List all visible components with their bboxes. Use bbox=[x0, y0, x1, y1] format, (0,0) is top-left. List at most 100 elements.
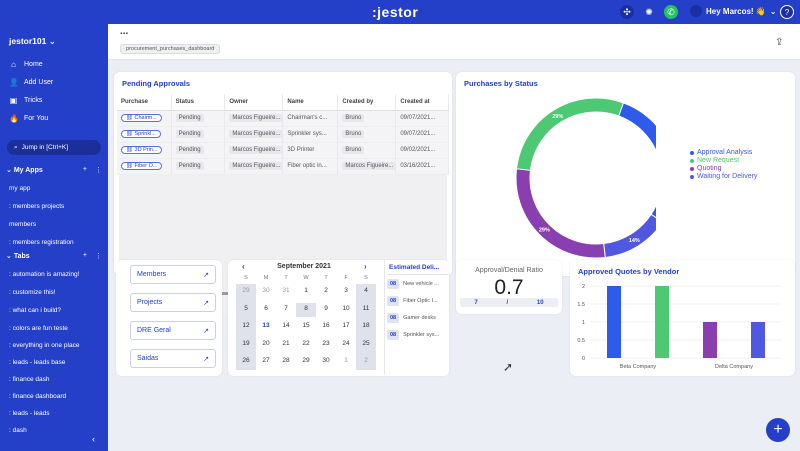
calendar-day[interactable]: 3 bbox=[336, 284, 356, 298]
calendar-day[interactable]: 4 bbox=[356, 284, 376, 298]
share-icon[interactable]: ⇪ bbox=[775, 37, 783, 48]
column-header[interactable]: Purchase bbox=[117, 94, 172, 111]
calendar-day[interactable]: 10 bbox=[336, 302, 356, 316]
sidebar-tab-item[interactable]: : automation is amazing! bbox=[9, 271, 79, 278]
bar[interactable] bbox=[751, 322, 765, 358]
calendar-day[interactable]: 20 bbox=[256, 337, 276, 351]
sidebar-tab-item[interactable]: : leads - leads base bbox=[9, 359, 65, 366]
collapse-sidebar-icon[interactable]: ‹ bbox=[92, 434, 95, 444]
dashboard-menu-button[interactable]: ... bbox=[120, 26, 128, 37]
sidebar-app-item[interactable]: : members projects bbox=[9, 203, 64, 210]
table-row[interactable]: ⛓ Chairm... Pending Marcos Figueire... C… bbox=[117, 110, 449, 127]
calendar-day[interactable]: 8 bbox=[296, 302, 316, 316]
calendar-day[interactable]: 14 bbox=[276, 319, 296, 333]
sidebar-app-item[interactable]: my app bbox=[9, 185, 30, 192]
help-button[interactable]: ? bbox=[780, 5, 794, 19]
calendar-day[interactable]: 21 bbox=[276, 337, 296, 351]
link-projects[interactable]: Projects ↗ bbox=[130, 293, 216, 312]
legend-item[interactable]: Approval Analysis bbox=[690, 149, 757, 156]
list-item[interactable]: 08 Fiber Optic I... bbox=[387, 294, 447, 307]
link-members[interactable]: Members ↗ bbox=[130, 265, 216, 284]
calendar-day[interactable]: 1 bbox=[296, 284, 316, 298]
purchase-chip[interactable]: ⛓ 3D Prin... bbox=[121, 146, 163, 154]
table-row[interactable]: ⛓ Sprinkl... Pending Marcos Figueire... … bbox=[117, 126, 449, 143]
add-button[interactable]: + bbox=[766, 418, 790, 442]
calendar-day[interactable]: 29 bbox=[296, 354, 316, 368]
list-item[interactable]: 08 Sprinkler sys... bbox=[387, 328, 447, 341]
user-menu[interactable]: Hey Marcos! 👋 ⌄ bbox=[690, 5, 776, 17]
sidebar-tab-item[interactable]: : dash bbox=[9, 427, 27, 434]
more-options-icon[interactable]: ⋮ bbox=[95, 166, 102, 174]
next-month-button[interactable]: › bbox=[364, 262, 367, 271]
column-header[interactable]: Created at bbox=[395, 94, 449, 111]
legend-item[interactable]: New Request bbox=[690, 157, 757, 164]
purchase-chip[interactable]: ⛓ Fiber O... bbox=[121, 162, 163, 170]
calendar-day[interactable]: 24 bbox=[336, 337, 356, 351]
add-app-button[interactable]: + bbox=[83, 166, 87, 174]
donut-slice-quoting[interactable] bbox=[515, 168, 606, 259]
bar[interactable] bbox=[703, 322, 717, 358]
calendar-day[interactable]: 7 bbox=[276, 302, 296, 316]
purchase-chip[interactable]: ⛓ Sprinkl... bbox=[121, 130, 161, 138]
sidebar-item-for-you[interactable]: 🔥 For You bbox=[9, 114, 48, 123]
calendar-day[interactable]: 28 bbox=[276, 354, 296, 368]
bar[interactable] bbox=[655, 286, 669, 358]
sidebar-tab-item[interactable]: : everything in one place bbox=[9, 342, 79, 349]
calendar-day[interactable]: 2 bbox=[316, 284, 336, 298]
calendar-day[interactable]: 30 bbox=[256, 284, 276, 298]
settings-gear-icon[interactable]: ✺ bbox=[642, 5, 656, 19]
bar[interactable] bbox=[607, 286, 621, 358]
calendar-day[interactable]: 27 bbox=[256, 354, 276, 368]
calendar-day[interactable]: 15 bbox=[296, 319, 316, 333]
more-options-icon[interactable]: ⋮ bbox=[95, 252, 102, 260]
link-saidas[interactable]: Saidas ↗ bbox=[130, 349, 216, 368]
jump-in-search[interactable]: ⌕ Jump in [Ctrl+K] bbox=[7, 140, 101, 155]
donut-slice-waiting-for-delivery[interactable] bbox=[603, 213, 656, 259]
sidebar-app-item[interactable]: members bbox=[9, 221, 36, 228]
donut-slice-new-request[interactable] bbox=[515, 97, 625, 171]
calendar-day[interactable]: 18 bbox=[356, 319, 376, 333]
sidebar-item-home[interactable]: ⌂ Home bbox=[9, 60, 43, 69]
legend-item[interactable]: Waiting for Delivery bbox=[690, 173, 757, 180]
column-header[interactable]: Status bbox=[171, 94, 226, 111]
column-header[interactable]: Owner bbox=[224, 94, 284, 111]
sidebar-item-tricks[interactable]: ▣ Tricks bbox=[9, 96, 43, 105]
calendar-day[interactable]: 23 bbox=[316, 337, 336, 351]
sidebar-tab-item[interactable]: : colors are fun teste bbox=[9, 325, 68, 332]
whatsapp-icon[interactable]: ✆ bbox=[664, 5, 678, 19]
calendar-day[interactable]: 25 bbox=[356, 337, 376, 351]
add-tab-button[interactable]: + bbox=[83, 252, 87, 260]
sidebar-tab-item[interactable]: : what can i build? bbox=[9, 307, 61, 314]
calendar-day[interactable]: 2 bbox=[356, 354, 376, 368]
calendar-day[interactable]: 17 bbox=[336, 319, 356, 333]
purchase-chip[interactable]: ⛓ Chairm... bbox=[121, 114, 162, 122]
calendar-day[interactable]: 22 bbox=[296, 337, 316, 351]
apps-icon[interactable]: ✣ bbox=[620, 5, 634, 19]
sidebar-item-add-user[interactable]: 👤 Add User bbox=[9, 78, 53, 87]
calendar-day[interactable]: 12 bbox=[236, 319, 256, 333]
tabs-section[interactable]: ⌄ Tabs + ⋮ bbox=[6, 252, 102, 260]
calendar-day[interactable]: 29 bbox=[236, 284, 256, 298]
sidebar-tab-item[interactable]: : customize this! bbox=[9, 289, 56, 296]
sidebar-tab-item[interactable]: : finance dashboard bbox=[9, 393, 66, 400]
calendar-day[interactable]: 13 bbox=[256, 319, 276, 333]
calendar-day[interactable]: 16 bbox=[316, 319, 336, 333]
table-row[interactable]: ⛓ Fiber O... Pending Marcos Figueire... … bbox=[117, 158, 449, 175]
table-row[interactable]: ⛓ 3D Prin... Pending Marcos Figueire... … bbox=[117, 142, 449, 159]
sidebar-tab-item[interactable]: : leads - leads bbox=[9, 410, 49, 417]
sidebar-app-item[interactable]: : members registration bbox=[9, 239, 74, 246]
calendar-day[interactable]: 31 bbox=[276, 284, 296, 298]
column-header[interactable]: Name bbox=[282, 94, 339, 111]
workspace-switcher[interactable]: jestor101 ⌄ bbox=[9, 36, 56, 47]
link-dre-geral[interactable]: DRE Geral ↗ bbox=[130, 321, 216, 340]
calendar-day[interactable]: 11 bbox=[356, 302, 376, 316]
donut-slice-approval-analysis[interactable] bbox=[617, 102, 656, 222]
app-logo[interactable]: :jestor bbox=[372, 4, 418, 20]
calendar-day[interactable]: 1 bbox=[336, 354, 356, 368]
column-header[interactable]: Created by bbox=[337, 94, 397, 111]
calendar-day[interactable]: 19 bbox=[236, 337, 256, 351]
list-item[interactable]: 08 Gamer desks bbox=[387, 311, 447, 324]
legend-item[interactable]: Quoting bbox=[690, 165, 757, 172]
calendar-day[interactable]: 9 bbox=[316, 302, 336, 316]
calendar-day[interactable]: 26 bbox=[236, 354, 256, 368]
